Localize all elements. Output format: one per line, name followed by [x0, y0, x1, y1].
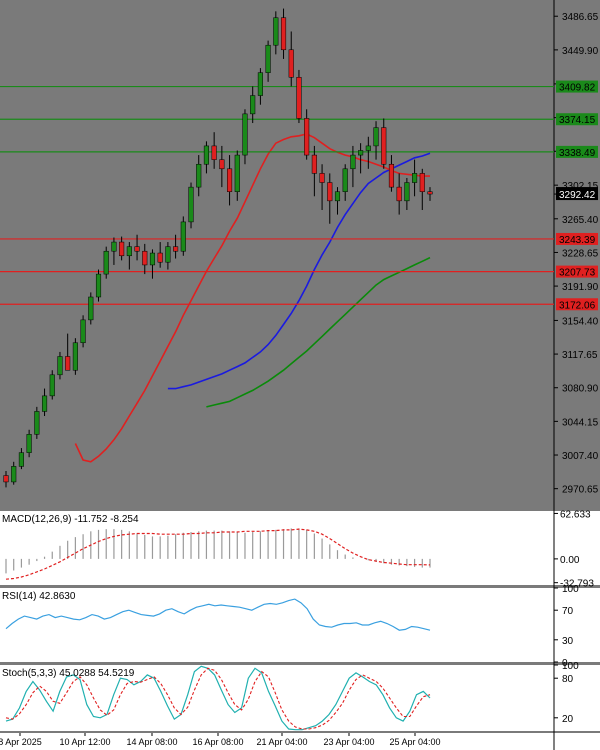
candle-body [288, 49, 294, 78]
candle-body [311, 154, 317, 174]
candle-body [419, 173, 425, 192]
candle-body [358, 150, 364, 156]
candle-body [203, 145, 209, 165]
panel-separator [0, 731, 600, 733]
x-tick-label: 8 Apr 2025 [0, 737, 42, 747]
candle-body [57, 356, 63, 376]
candle-body [404, 182, 410, 202]
macd-title: MACD(12,26,9) -11.752 -8.254 [2, 514, 139, 525]
price-tick-label: 3486.65 [562, 12, 599, 23]
last-price-label: 3292.42 [559, 190, 596, 201]
candle-body [334, 191, 341, 202]
candle-body [427, 191, 433, 195]
x-tick-label: 10 Apr 12:00 [59, 737, 110, 747]
price-tick-label: 2970.65 [562, 485, 599, 496]
candle-body [388, 163, 395, 188]
x-tick-label: 21 Apr 04:00 [256, 737, 307, 747]
candle-body [373, 127, 379, 147]
level-label: 3409.82 [559, 83, 596, 94]
candle-body [211, 145, 217, 160]
x-tick-label: 25 Apr 04:00 [389, 737, 440, 747]
candle-body [280, 17, 287, 51]
candle-body [72, 342, 78, 371]
stoch-tick-label: 80 [562, 674, 574, 685]
price-tick-label: 3265.40 [562, 215, 599, 226]
rsi-title: RSI(14) 42.8630 [2, 591, 76, 602]
candle-body [365, 145, 371, 151]
level-label: 3172.06 [559, 300, 596, 311]
candle-body [126, 246, 132, 257]
candle-body [396, 186, 402, 202]
macd-tick-label: 0.00 [560, 555, 580, 566]
level-label: 3243.39 [559, 235, 596, 246]
candle-body [88, 296, 94, 321]
candle-body [41, 395, 48, 412]
candle-body [111, 241, 117, 252]
candle-body [273, 17, 279, 46]
candle-body [342, 168, 348, 192]
candle-body [3, 475, 9, 483]
trading-chart: 3486.653449.903412.753375.903339.153302.… [0, 0, 600, 750]
price-tick-label: 3154.40 [562, 316, 599, 327]
stoch-tick-label: 20 [562, 714, 574, 725]
candle-body [18, 452, 24, 467]
panel-separator [0, 662, 600, 665]
candle-body [257, 72, 263, 96]
level-label: 3338.49 [559, 148, 596, 159]
candle-body [134, 246, 140, 252]
price-tick-label: 3228.65 [562, 248, 599, 259]
candle-body [149, 252, 156, 266]
candle-body [65, 356, 71, 371]
candle-body [180, 221, 186, 252]
candle-body [196, 163, 202, 188]
panel-separator [0, 585, 600, 588]
candle-body [296, 76, 302, 119]
candle-body [173, 246, 179, 252]
candle-body [242, 113, 248, 156]
candle-body [165, 246, 171, 263]
candle-body [304, 118, 310, 156]
candle-body [250, 95, 256, 115]
x-tick-label: 16 Apr 08:00 [192, 737, 243, 747]
x-tick-label: 23 Apr 04:00 [323, 737, 374, 747]
candle-body [234, 154, 240, 192]
candle-body [188, 186, 194, 223]
rsi-tick-label: 100 [562, 584, 579, 595]
candle-body [319, 173, 325, 183]
candle-body [381, 127, 387, 165]
panel-separator [0, 508, 600, 511]
panel-separator [0, 0, 600, 508]
candle-body [103, 250, 109, 275]
level-label: 3207.73 [559, 268, 596, 279]
candle-body [119, 241, 125, 257]
price-tick-label: 3007.40 [562, 451, 599, 462]
candle-body [265, 44, 271, 73]
candle-body [49, 374, 55, 397]
candle-body [157, 252, 163, 263]
candle-body [350, 154, 356, 170]
candle-body [26, 434, 32, 453]
stoch-title: Stoch(5,3,3) 45.0288 54.5219 [2, 668, 135, 679]
stoch-tick-label: 100 [562, 661, 579, 672]
candle-body [412, 173, 418, 183]
candle-body [142, 250, 148, 266]
level-label: 3374.15 [559, 115, 596, 126]
price-tick-label: 3117.65 [562, 350, 598, 361]
price-tick-label: 3080.90 [562, 384, 599, 395]
candle-body [11, 466, 17, 483]
price-tick-label: 3191.90 [562, 282, 599, 293]
macd-tick-label: 62.633 [560, 509, 591, 520]
candle-body [80, 319, 86, 344]
x-tick-label: 14 Apr 08:00 [126, 737, 177, 747]
candle-body [95, 273, 102, 298]
price-tick-label: 3449.90 [562, 46, 599, 57]
candle-body [327, 182, 333, 202]
rsi-tick-label: 70 [562, 606, 574, 617]
candle-body [227, 168, 233, 192]
candle-body [219, 159, 225, 170]
rsi-tick-label: 30 [562, 636, 574, 647]
candle-body [34, 411, 40, 435]
price-tick-label: 3044.15 [562, 417, 599, 428]
